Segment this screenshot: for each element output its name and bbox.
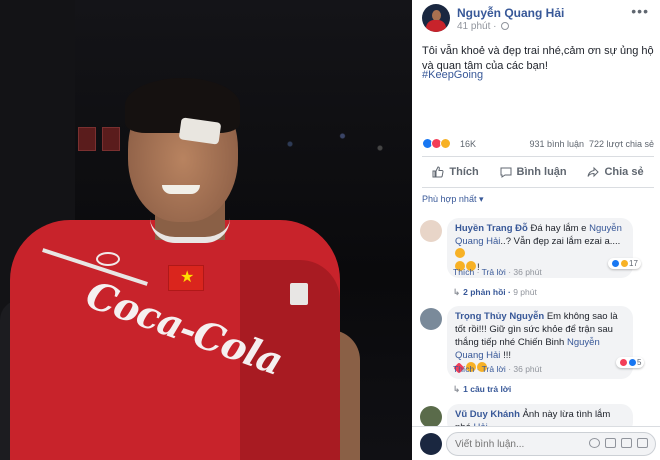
- viewer-avatar: [420, 433, 442, 455]
- comment-button[interactable]: Bình luận: [500, 166, 567, 178]
- comment-label: Bình luận: [516, 166, 567, 178]
- gif-icon[interactable]: [621, 438, 632, 448]
- comment-item: Trọng Thủy Nguyễn Em không sao là tốt rồ…: [420, 306, 656, 379]
- comment-reactions[interactable]: 17: [608, 258, 641, 269]
- vietnam-flag-icon: ★: [168, 265, 204, 291]
- comment-reply-link[interactable]: Trả lời: [482, 267, 506, 277]
- like-reaction-icon: [628, 358, 637, 367]
- divider: [422, 156, 654, 157]
- comment-react-count: 17: [629, 259, 638, 268]
- author-avatar[interactable]: [422, 4, 450, 32]
- share-icon: [587, 166, 600, 178]
- emoji-icon[interactable]: [589, 438, 600, 448]
- wall-sign: [102, 127, 120, 151]
- comment-composer: [412, 426, 660, 460]
- divider: [422, 187, 654, 188]
- share-label: Chia sẻ: [604, 166, 644, 178]
- like-reaction-icon: [611, 259, 620, 268]
- comment-icon: [500, 167, 512, 178]
- wall-sign: [78, 127, 96, 151]
- comment-text-cont: !!!: [503, 350, 511, 361]
- share-button[interactable]: Chia sẻ: [587, 166, 644, 178]
- view-replies-link[interactable]: ↳ 2 phản hồi · 9 phút: [453, 287, 537, 298]
- commenter-name[interactable]: Trọng Thủy Nguyễn: [455, 311, 544, 322]
- comment-react-count: 5: [637, 358, 642, 367]
- post-time[interactable]: 41 phút ·: [457, 21, 510, 32]
- like-icon: [432, 166, 444, 178]
- commenter-avatar[interactable]: [420, 308, 442, 330]
- haha-reaction-icon: [440, 138, 451, 150]
- city-lights: [260, 120, 410, 160]
- comment-count[interactable]: 931 bình luận: [529, 139, 584, 149]
- composer-tools: [589, 438, 648, 448]
- comment-item: Huyền Trang Đỗ Đá hay lắm e Nguyễn Quang…: [420, 218, 656, 286]
- comment-time[interactable]: 36 phút: [513, 267, 541, 277]
- haha-reaction-icon: [620, 259, 629, 268]
- player-smile: [162, 185, 200, 194]
- comment-like-link[interactable]: Thích: [453, 364, 474, 374]
- comment-reply-link[interactable]: Trả lời: [482, 364, 506, 374]
- post-header: Nguyễn Quang Hải 41 phút · •••: [412, 0, 660, 40]
- like-button[interactable]: Thích: [432, 166, 479, 178]
- comment-time[interactable]: 36 phút: [513, 364, 541, 374]
- post-panel: Nguyễn Quang Hải 41 phút · ••• Tôi vẫn k…: [412, 0, 660, 460]
- comment-sort-dropdown[interactable]: Phù hợp nhất ▾: [422, 194, 483, 205]
- author-name[interactable]: Nguyễn Quang Hải: [457, 6, 564, 20]
- comment-text-cont: ..? Vẫn đẹp zai lắm ezai a....: [500, 236, 621, 247]
- reply-arrow-icon: ↳: [453, 287, 461, 297]
- comment-like-link[interactable]: Thích: [453, 267, 474, 277]
- post-hashtag[interactable]: #KeepGoing: [422, 69, 483, 81]
- brand-logo: [96, 252, 120, 266]
- reply-arrow-icon: ↳: [453, 384, 461, 394]
- reaction-count[interactable]: 16K: [460, 139, 476, 149]
- jersey-badge: [290, 283, 308, 305]
- commenter-avatar[interactable]: [420, 220, 442, 242]
- share-count[interactable]: 722 lượt chia sẻ: [589, 139, 654, 149]
- globe-icon: [501, 22, 510, 30]
- commenter-name[interactable]: Vũ Duy Khánh: [455, 409, 520, 420]
- camera-icon[interactable]: [605, 438, 616, 448]
- comment-text: Đá hay lắm e: [530, 223, 587, 234]
- view-replies-link[interactable]: ↳ 1 câu trả lời: [453, 384, 511, 395]
- more-icon[interactable]: •••: [631, 3, 649, 19]
- reaction-summary[interactable]: 16K 931 bình luận 722 lượt chia sẻ: [422, 138, 654, 152]
- sticker-icon[interactable]: [637, 438, 648, 448]
- commenter-avatar[interactable]: [420, 406, 442, 428]
- post-photo[interactable]: ★ Coca-Cola: [0, 0, 412, 460]
- engagement-counts[interactable]: 931 bình luận 722 lượt chia sẻ: [529, 139, 654, 149]
- comment-item: Vũ Duy Khánh Ảnh này lừa tình lắm nhé Hả…: [420, 404, 656, 434]
- commenter-name[interactable]: Huyền Trang Đỗ: [455, 223, 528, 234]
- kiss-emoji-icon: [455, 248, 465, 258]
- comment-meta: Thích · Trả lời · 36 phút: [453, 364, 542, 374]
- jersey-collar: [150, 218, 230, 243]
- comment-reactions[interactable]: 5: [616, 357, 645, 368]
- comment-meta: Thích · Trả lời · 36 phút: [453, 267, 542, 277]
- post-actions: Thích Bình luận Chia sẻ: [422, 160, 654, 184]
- love-reaction-icon: [619, 358, 628, 367]
- like-label: Thích: [449, 166, 479, 178]
